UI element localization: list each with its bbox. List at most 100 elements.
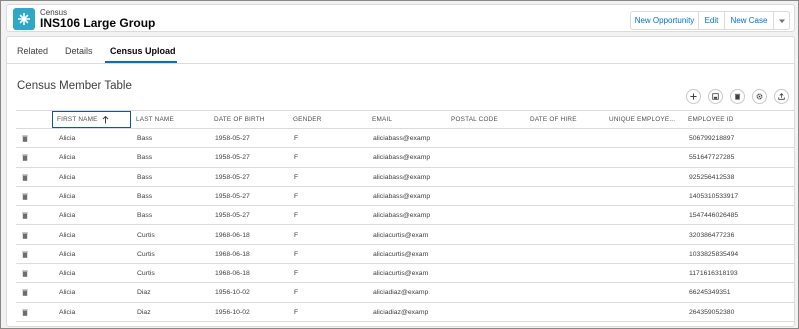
cell-last-name[interactable]: Diaz	[137, 303, 207, 322]
column-header-gender[interactable]: GENDER	[293, 111, 368, 128]
cell-first-name[interactable]: Alicia	[59, 226, 129, 245]
cell-last-name[interactable]: Bass	[137, 206, 207, 225]
cell-last-name[interactable]: Bass	[137, 168, 207, 187]
new-case-button[interactable]: New Case	[724, 11, 774, 30]
cell-last-name[interactable]: Bass	[137, 148, 207, 167]
cell-date-of-birth[interactable]: 1958-05-27	[215, 148, 285, 167]
cell-email[interactable]: aliciabass@examp	[373, 206, 443, 225]
column-header-last-name[interactable]: LAST NAME	[136, 111, 211, 128]
column-header-employee-id[interactable]: EMPLOYEE ID	[688, 111, 768, 128]
cell-date-of-hire[interactable]	[530, 283, 600, 302]
cell-email[interactable]: aliciacurtis@exam	[373, 264, 443, 283]
cell-date-of-hire[interactable]	[530, 148, 600, 167]
cell-employee-id[interactable]: 551647727285	[689, 148, 769, 167]
cell-date-of-hire[interactable]	[530, 264, 600, 283]
cell-employee-id[interactable]: 1405310533917	[689, 187, 769, 206]
cell-email[interactable]: aliciacurtis@exam	[373, 226, 443, 245]
cell-date-of-birth[interactable]: 1968-06-18	[215, 264, 285, 283]
cell-date-of-hire[interactable]	[530, 168, 600, 187]
row-delete-button[interactable]	[22, 245, 32, 264]
row-delete-button[interactable]	[22, 206, 32, 225]
tab-related[interactable]: Related	[17, 46, 48, 56]
cell-unique-employee[interactable]	[609, 168, 679, 187]
cell-last-name[interactable]: Curtis	[137, 245, 207, 264]
row-delete-button[interactable]	[22, 148, 32, 167]
cell-email[interactable]: aliciabass@examp	[373, 187, 443, 206]
cell-gender[interactable]: F	[294, 168, 364, 187]
cell-employee-id[interactable]: 1547446026485	[689, 206, 769, 225]
settings-button[interactable]	[752, 89, 767, 104]
cell-unique-employee[interactable]	[609, 264, 679, 283]
new-opportunity-button[interactable]: New Opportunity	[630, 11, 699, 30]
column-header-email[interactable]: EMAIL	[372, 111, 447, 128]
cell-unique-employee[interactable]	[609, 226, 679, 245]
tab-details[interactable]: Details	[65, 46, 93, 56]
cell-gender[interactable]: F	[294, 129, 364, 148]
cell-email[interactable]: aliciabass@examp	[373, 168, 443, 187]
cell-date-of-hire[interactable]	[530, 129, 600, 148]
cell-gender[interactable]: F	[294, 187, 364, 206]
cell-first-name[interactable]: Alicia	[59, 303, 129, 322]
cell-unique-employee[interactable]	[609, 129, 679, 148]
cell-unique-employee[interactable]	[609, 303, 679, 322]
cell-postal-code[interactable]	[452, 168, 522, 187]
cell-employee-id[interactable]: 506799218897	[689, 129, 769, 148]
cell-postal-code[interactable]	[452, 303, 522, 322]
row-delete-button[interactable]	[22, 129, 32, 148]
cell-unique-employee[interactable]	[609, 245, 679, 264]
cell-last-name[interactable]: Curtis	[137, 226, 207, 245]
cell-email[interactable]: aliciabass@examp	[373, 148, 443, 167]
cell-date-of-birth[interactable]: 1968-06-18	[215, 245, 285, 264]
cell-employee-id[interactable]: 925256412538	[689, 168, 769, 187]
add-row-button[interactable]	[686, 89, 701, 104]
cell-employee-id[interactable]: 320386477236	[689, 226, 769, 245]
cell-date-of-birth[interactable]: 1968-06-18	[215, 226, 285, 245]
cell-email[interactable]: aliciacurtis@exam	[373, 245, 443, 264]
cell-date-of-birth[interactable]: 1958-05-27	[215, 129, 285, 148]
row-delete-button[interactable]	[22, 264, 32, 283]
cell-first-name[interactable]: Alicia	[59, 168, 129, 187]
cell-employee-id[interactable]: 1033825835494	[689, 245, 769, 264]
more-actions-button[interactable]	[773, 11, 790, 30]
cell-first-name[interactable]: Alicia	[59, 148, 129, 167]
cell-date-of-hire[interactable]	[530, 303, 600, 322]
cell-unique-employee[interactable]	[609, 187, 679, 206]
cell-gender[interactable]: F	[294, 226, 364, 245]
row-delete-button[interactable]	[22, 283, 32, 302]
cell-date-of-hire[interactable]	[530, 187, 600, 206]
cell-email[interactable]: aliciadiaz@examp	[373, 303, 443, 322]
cell-postal-code[interactable]	[452, 148, 522, 167]
save-button[interactable]	[708, 89, 723, 104]
edit-button[interactable]: Edit	[698, 11, 725, 30]
cell-postal-code[interactable]	[452, 283, 522, 302]
cell-gender[interactable]: F	[294, 245, 364, 264]
tab-census-upload[interactable]: Census Upload	[110, 46, 176, 56]
cell-date-of-birth[interactable]: 1956-10-02	[215, 283, 285, 302]
column-header-date-of-birth[interactable]: DATE OF BIRTH	[214, 111, 289, 128]
cell-last-name[interactable]: Diaz	[137, 283, 207, 302]
upload-button[interactable]	[774, 89, 789, 104]
cell-email[interactable]: aliciabass@examp	[373, 129, 443, 148]
cell-date-of-birth[interactable]: 1958-05-27	[215, 187, 285, 206]
cell-first-name[interactable]: Alicia	[59, 283, 129, 302]
cell-unique-employee[interactable]	[609, 206, 679, 225]
cell-date-of-hire[interactable]	[530, 226, 600, 245]
row-delete-button[interactable]	[22, 303, 32, 322]
cell-email[interactable]: aliciadiaz@examp	[373, 283, 443, 302]
column-header-date-of-hire[interactable]: DATE OF HIRE	[530, 111, 605, 128]
cell-gender[interactable]: F	[294, 303, 364, 322]
cell-first-name[interactable]: Alicia	[59, 129, 129, 148]
cell-postal-code[interactable]	[452, 226, 522, 245]
cell-last-name[interactable]: Bass	[137, 187, 207, 206]
cell-postal-code[interactable]	[452, 129, 522, 148]
cell-unique-employee[interactable]	[609, 148, 679, 167]
cell-first-name[interactable]: Alicia	[59, 206, 129, 225]
cell-last-name[interactable]: Bass	[137, 129, 207, 148]
row-delete-button[interactable]	[22, 187, 32, 206]
column-header-first-name[interactable]: FIRST NAME	[52, 111, 131, 128]
row-delete-button[interactable]	[22, 226, 32, 245]
cell-employee-id[interactable]: 66245349351	[689, 283, 769, 302]
cell-first-name[interactable]: Alicia	[59, 245, 129, 264]
cell-date-of-hire[interactable]	[530, 206, 600, 225]
cell-first-name[interactable]: Alicia	[59, 264, 129, 283]
